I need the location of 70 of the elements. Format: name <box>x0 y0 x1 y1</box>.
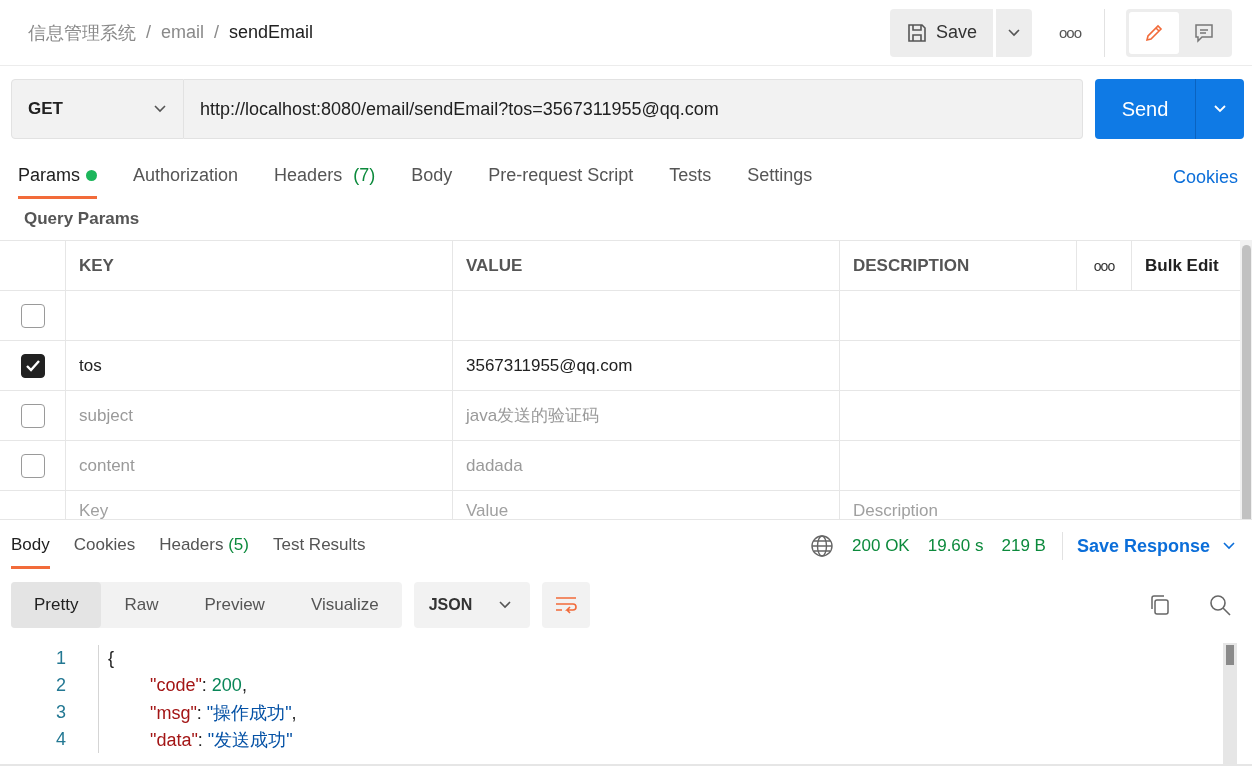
code-line: "data": "发送成功" <box>149 728 293 752</box>
save-icon <box>905 21 928 44</box>
line-number: 3 <box>55 702 66 723</box>
column-header: KEY <box>66 241 453 290</box>
scrollbar[interactable] <box>1223 643 1237 764</box>
wrap-lines-icon <box>553 595 578 615</box>
save-response-button[interactable]: Save Response <box>1076 523 1236 569</box>
breadcrumb-separator: / <box>214 22 220 43</box>
more-button[interactable]: ooo <box>1058 24 1081 41</box>
code-line: "code": 200, <box>149 675 247 696</box>
scrollbar[interactable] <box>1240 240 1252 519</box>
checkbox[interactable] <box>20 453 45 478</box>
value-input[interactable]: Value <box>466 501 802 519</box>
check-icon <box>24 358 41 373</box>
format-dropdown[interactable]: JSON <box>413 582 530 628</box>
search-icon[interactable] <box>1208 593 1232 617</box>
tab-count: (7) <box>353 165 376 186</box>
globe-icon[interactable] <box>810 534 835 558</box>
copy-icon[interactable] <box>1148 593 1172 617</box>
view-mode-tab[interactable]: Visualize <box>287 582 402 628</box>
checkbox[interactable] <box>20 403 45 428</box>
request-tab[interactable]: Pre-request Script <box>488 155 634 199</box>
key-input[interactable]: Key <box>79 501 415 519</box>
request-tab[interactable]: Body <box>411 155 453 199</box>
section-title: Query Params <box>23 208 141 230</box>
cookies-link[interactable]: Cookies <box>1172 166 1238 188</box>
param-value[interactable]: 3567311955@qq.com <box>466 355 633 376</box>
caret-icon <box>1222 541 1236 551</box>
request-tab[interactable]: Authorization <box>133 155 239 199</box>
line-number: 2 <box>55 675 66 696</box>
breadcrumb-separator: / <box>146 22 151 43</box>
description-input[interactable]: Description <box>853 501 1202 519</box>
request-tab[interactable]: Tests <box>669 155 712 199</box>
more-button[interactable]: ooo <box>1093 257 1115 274</box>
checkbox[interactable] <box>20 353 45 378</box>
view-mode-tab[interactable]: Preview <box>181 582 288 628</box>
code-line: "msg": "操作成功", <box>149 701 297 725</box>
request-name: sendEmail <box>229 22 314 43</box>
method-dropdown[interactable]: GET <box>11 79 184 139</box>
request-tab[interactable]: Params <box>18 155 97 199</box>
caret-icon <box>1213 104 1227 114</box>
request-tab[interactable]: Headers (7) <box>274 155 376 199</box>
response-tab[interactable]: Headers (5) <box>159 523 249 569</box>
bulk-edit-button[interactable]: Bulk Edit <box>1145 255 1219 276</box>
code-line: { <box>108 648 114 669</box>
save-button[interactable]: Save <box>889 8 993 57</box>
request-tab[interactable]: Settings <box>747 155 813 199</box>
response-tab[interactable]: Cookies <box>73 523 136 569</box>
caret-icon <box>1006 27 1021 38</box>
column-header: VALUE <box>453 241 840 290</box>
edit-mode-button[interactable] <box>1129 11 1179 54</box>
view-mode-tab[interactable]: Pretty <box>11 582 102 628</box>
view-mode-tab[interactable]: Raw <box>101 582 182 628</box>
column-header: DESCRIPTION <box>840 241 1077 290</box>
checkbox[interactable] <box>20 303 45 328</box>
breadcrumb-item[interactable]: 信息管理系统 <box>28 20 136 45</box>
response-tab[interactable]: Body <box>11 523 50 569</box>
response-size: 219 B <box>1001 536 1046 556</box>
url-field[interactable]: http://localhost:8080/email/sendEmail?tos=3567311955@qq.com <box>184 79 1083 139</box>
status-code: 200 OK <box>852 536 910 556</box>
line-number: 4 <box>55 729 66 750</box>
line-number: 1 <box>55 648 66 669</box>
response-time: 19.60 s <box>927 536 984 556</box>
wrap-button[interactable] <box>541 582 590 628</box>
param-key[interactable]: tos <box>79 355 102 376</box>
tab-count: (5) <box>228 534 249 555</box>
comment-icon <box>1193 21 1215 44</box>
caret-icon <box>497 600 512 610</box>
caret-icon <box>153 104 167 114</box>
response-tab[interactable]: Test Results <box>272 523 366 569</box>
